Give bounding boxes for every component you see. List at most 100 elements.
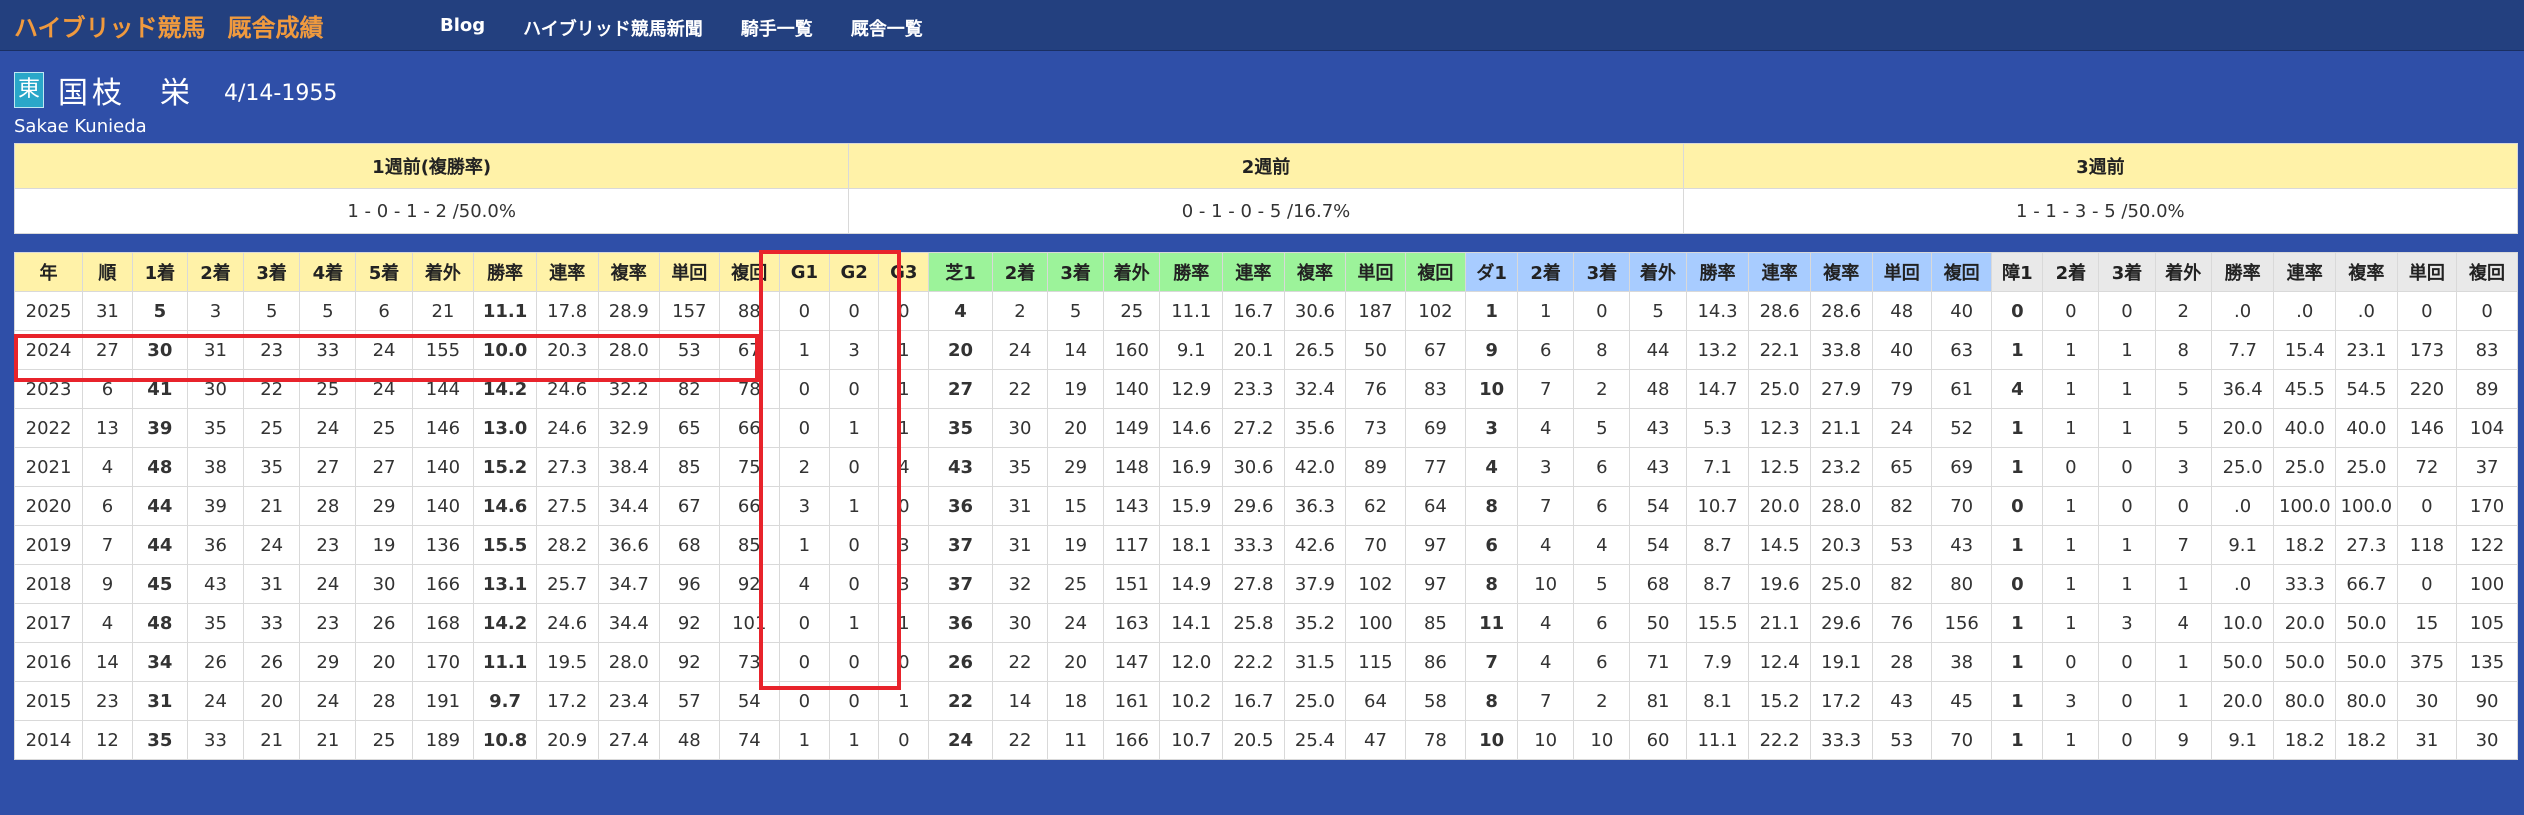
table-cell: 18.2 <box>2273 720 2337 760</box>
table-cell: 76 <box>1345 369 1406 409</box>
table-cell: 5.3 <box>1685 408 1750 448</box>
table-cell: 105 <box>2456 603 2518 643</box>
table-cell: 54 <box>1629 525 1687 565</box>
table-cell: 28.6 <box>1809 291 1873 331</box>
table-cell: 0 <box>2396 291 2458 331</box>
table-cell: 24 <box>186 681 245 721</box>
table-cell: 19 <box>1047 525 1105 565</box>
table-cell: 115 <box>1345 642 1406 682</box>
table-cell: 1 <box>2098 369 2156 409</box>
col-header-13: G1 <box>779 252 830 292</box>
table-cell: 69 <box>1404 408 1467 448</box>
table-cell: 45 <box>1930 681 1993 721</box>
col-header-30: 連率 <box>1748 252 1811 292</box>
region-badge: 東 <box>14 72 44 108</box>
table-cell: 0 <box>828 447 880 487</box>
table-cell: 66 <box>718 408 781 448</box>
table-cell: 5 <box>243 291 301 331</box>
table-cell: 3 <box>1517 447 1575 487</box>
table-cell: 20.1 <box>1222 330 1285 370</box>
table-cell: 27 <box>82 330 133 370</box>
table-cell: 54.5 <box>2335 369 2398 409</box>
table-cell: 31 <box>186 330 245 370</box>
table-cell: 8 <box>1573 330 1631 370</box>
table-cell: 147 <box>1103 642 1161 682</box>
table-cell: 8.7 <box>1685 525 1750 565</box>
table-cell: 34 <box>131 642 188 682</box>
table-cell: 82 <box>1871 486 1932 526</box>
table-cell: 170 <box>411 642 475 682</box>
table-cell: 12.0 <box>1159 642 1224 682</box>
table-cell: 24.6 <box>535 369 599 409</box>
table-cell: 33 <box>299 330 357 370</box>
table-cell: 1 <box>828 603 880 643</box>
table-cell: 1 <box>2042 525 2100 565</box>
table-cell: 3 <box>1465 408 1519 448</box>
table-cell: 92 <box>659 603 720 643</box>
table-cell: 1 <box>2042 603 2100 643</box>
table-cell: 53 <box>1871 720 1932 760</box>
weekly-header-row: 1週前(複勝率) 2週前 3週前 <box>13 143 2519 189</box>
table-cell: 25 <box>1103 291 1161 331</box>
table-cell: 1 <box>779 330 830 370</box>
table-cell: 0 <box>828 642 880 682</box>
table-cell: 71 <box>1629 642 1687 682</box>
nav-link-stables[interactable]: 厩舎一覧 <box>851 15 923 41</box>
table-cell: 67 <box>659 486 720 526</box>
table-row: 2019 7 44 36 24 23 19 136 15.5 28.2 36.6 68 85 1 0 3 37 3… <box>13 525 2518 565</box>
table-cell: 40 <box>1871 330 1932 370</box>
table-cell: 26 <box>355 603 413 643</box>
table-cell: 8 <box>1465 564 1519 604</box>
table-cell: 10.0 <box>2210 603 2275 643</box>
table-cell: 0 <box>779 603 830 643</box>
table-cell: 1 <box>2042 369 2100 409</box>
nav-link-blog[interactable]: Blog <box>440 15 485 41</box>
table-cell: 50.0 <box>2210 642 2275 682</box>
table-cell: 24 <box>299 564 357 604</box>
col-header-24: 複回 <box>1404 252 1467 292</box>
table-cell: 168 <box>411 603 475 643</box>
table-cell: 20.0 <box>1748 486 1811 526</box>
table-cell: 70 <box>1345 525 1406 565</box>
table-cell: 80 <box>1930 564 1993 604</box>
table-cell: .0 <box>2335 291 2398 331</box>
table-cell: 14.6 <box>1159 408 1224 448</box>
table-cell: 31 <box>82 291 133 331</box>
table-cell: 73 <box>1345 408 1406 448</box>
trainer-english-name: Sakae Kunieda <box>14 116 147 137</box>
table-cell: 78 <box>1404 720 1467 760</box>
table-row: 2024 27 30 31 23 33 24 155 10.0 20.3 28.0 53 67 1 3 1 20… <box>13 330 2518 370</box>
table-cell: 15.9 <box>1159 486 1224 526</box>
table-cell: 1 <box>2042 720 2100 760</box>
table-cell: 1 <box>2042 486 2100 526</box>
table-cell: 5 <box>131 291 188 331</box>
table-cell: 20 <box>928 330 993 370</box>
table-cell: 100.0 <box>2273 486 2337 526</box>
table-cell: 38.4 <box>597 447 661 487</box>
yearly-stats-table: 年順 1着 2着 3着 4着 5着 着外 勝率 連率 複率 単回 複回 G1 G2 G3 芝1 2着 3着 着外 勝率… <box>13 252 2518 760</box>
table-cell: 10 <box>1465 369 1519 409</box>
table-cell: 28.0 <box>597 642 661 682</box>
table-cell: 82 <box>659 369 720 409</box>
table-cell: 0 <box>2396 486 2458 526</box>
table-row: 2022 13 39 35 25 24 25 146 13.0 24.6 32.9 65 66 0 1 1 35… <box>13 408 2518 448</box>
table-cell: 30 <box>186 369 245 409</box>
table-cell: 5 <box>1047 291 1105 331</box>
table-cell: 20.0 <box>2273 603 2337 643</box>
table-cell: 35 <box>991 447 1049 487</box>
col-header-25: ダ1 <box>1465 252 1519 292</box>
table-cell: 42.6 <box>1283 525 1347 565</box>
table-cell: 156 <box>1930 603 1993 643</box>
table-cell: 2015 <box>13 681 84 721</box>
table-cell: 66 <box>718 486 781 526</box>
table-cell: 2019 <box>13 525 84 565</box>
table-cell: 48 <box>1871 291 1932 331</box>
table-cell: 24 <box>243 525 301 565</box>
table-cell: 14 <box>991 681 1049 721</box>
table-cell: 25.8 <box>1222 603 1285 643</box>
table-cell: 2020 <box>13 486 84 526</box>
brand-logo[interactable]: ハイブリッド競馬 厩舎成績 <box>14 8 324 43</box>
table-cell: 6 <box>1573 603 1631 643</box>
nav-link-newspaper[interactable]: ハイブリッド競馬新聞 <box>523 15 703 41</box>
nav-link-jockeys[interactable]: 騎手一覧 <box>741 15 813 41</box>
